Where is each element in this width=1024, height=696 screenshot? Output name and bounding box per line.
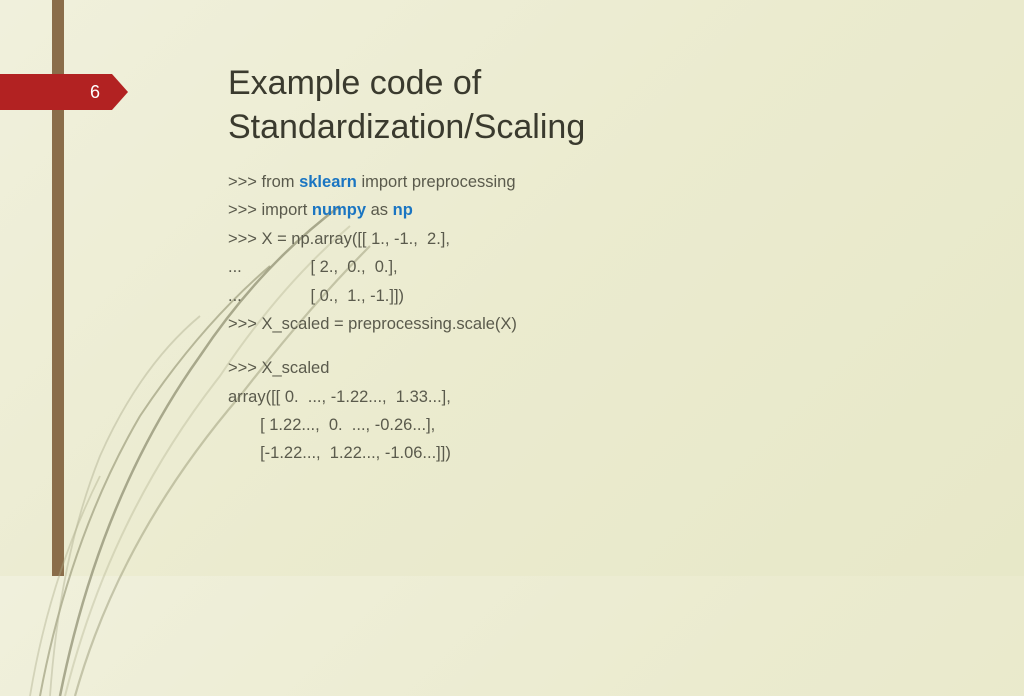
title-line-1: Example code of xyxy=(228,64,481,102)
code-block: >>> from sklearn import preprocessing >>… xyxy=(228,168,517,468)
keyword-numpy: numpy xyxy=(312,201,366,219)
page-number-badge: 6 xyxy=(0,74,128,110)
keyword-sklearn: sklearn xyxy=(299,173,357,191)
code-line: >>> X = np.array([[ 1., -1., 2.], xyxy=(228,225,517,253)
code-line: >>> X_scaled xyxy=(228,354,517,382)
slide-title: Example code of Standardization/Scaling xyxy=(228,62,585,149)
code-line: [-1.22..., 1.22..., -1.06...]]) xyxy=(228,439,517,467)
code-line: >>> X_scaled = preprocessing.scale(X) xyxy=(228,310,517,338)
code-line: array([[ 0. ..., -1.22..., 1.33...], xyxy=(228,383,517,411)
page-number: 6 xyxy=(90,82,100,103)
code-line: [ 1.22..., 0. ..., -0.26...], xyxy=(228,411,517,439)
title-line-2: Standardization/Scaling xyxy=(228,108,585,146)
blank-line xyxy=(228,338,517,354)
code-line: >>> import numpy as np xyxy=(228,196,517,224)
keyword-np: np xyxy=(393,201,413,219)
code-line: >>> from sklearn import preprocessing xyxy=(228,168,517,196)
code-line: ... [ 2., 0., 0.], xyxy=(228,253,517,281)
code-line: ... [ 0., 1., -1.]]) xyxy=(228,282,517,310)
